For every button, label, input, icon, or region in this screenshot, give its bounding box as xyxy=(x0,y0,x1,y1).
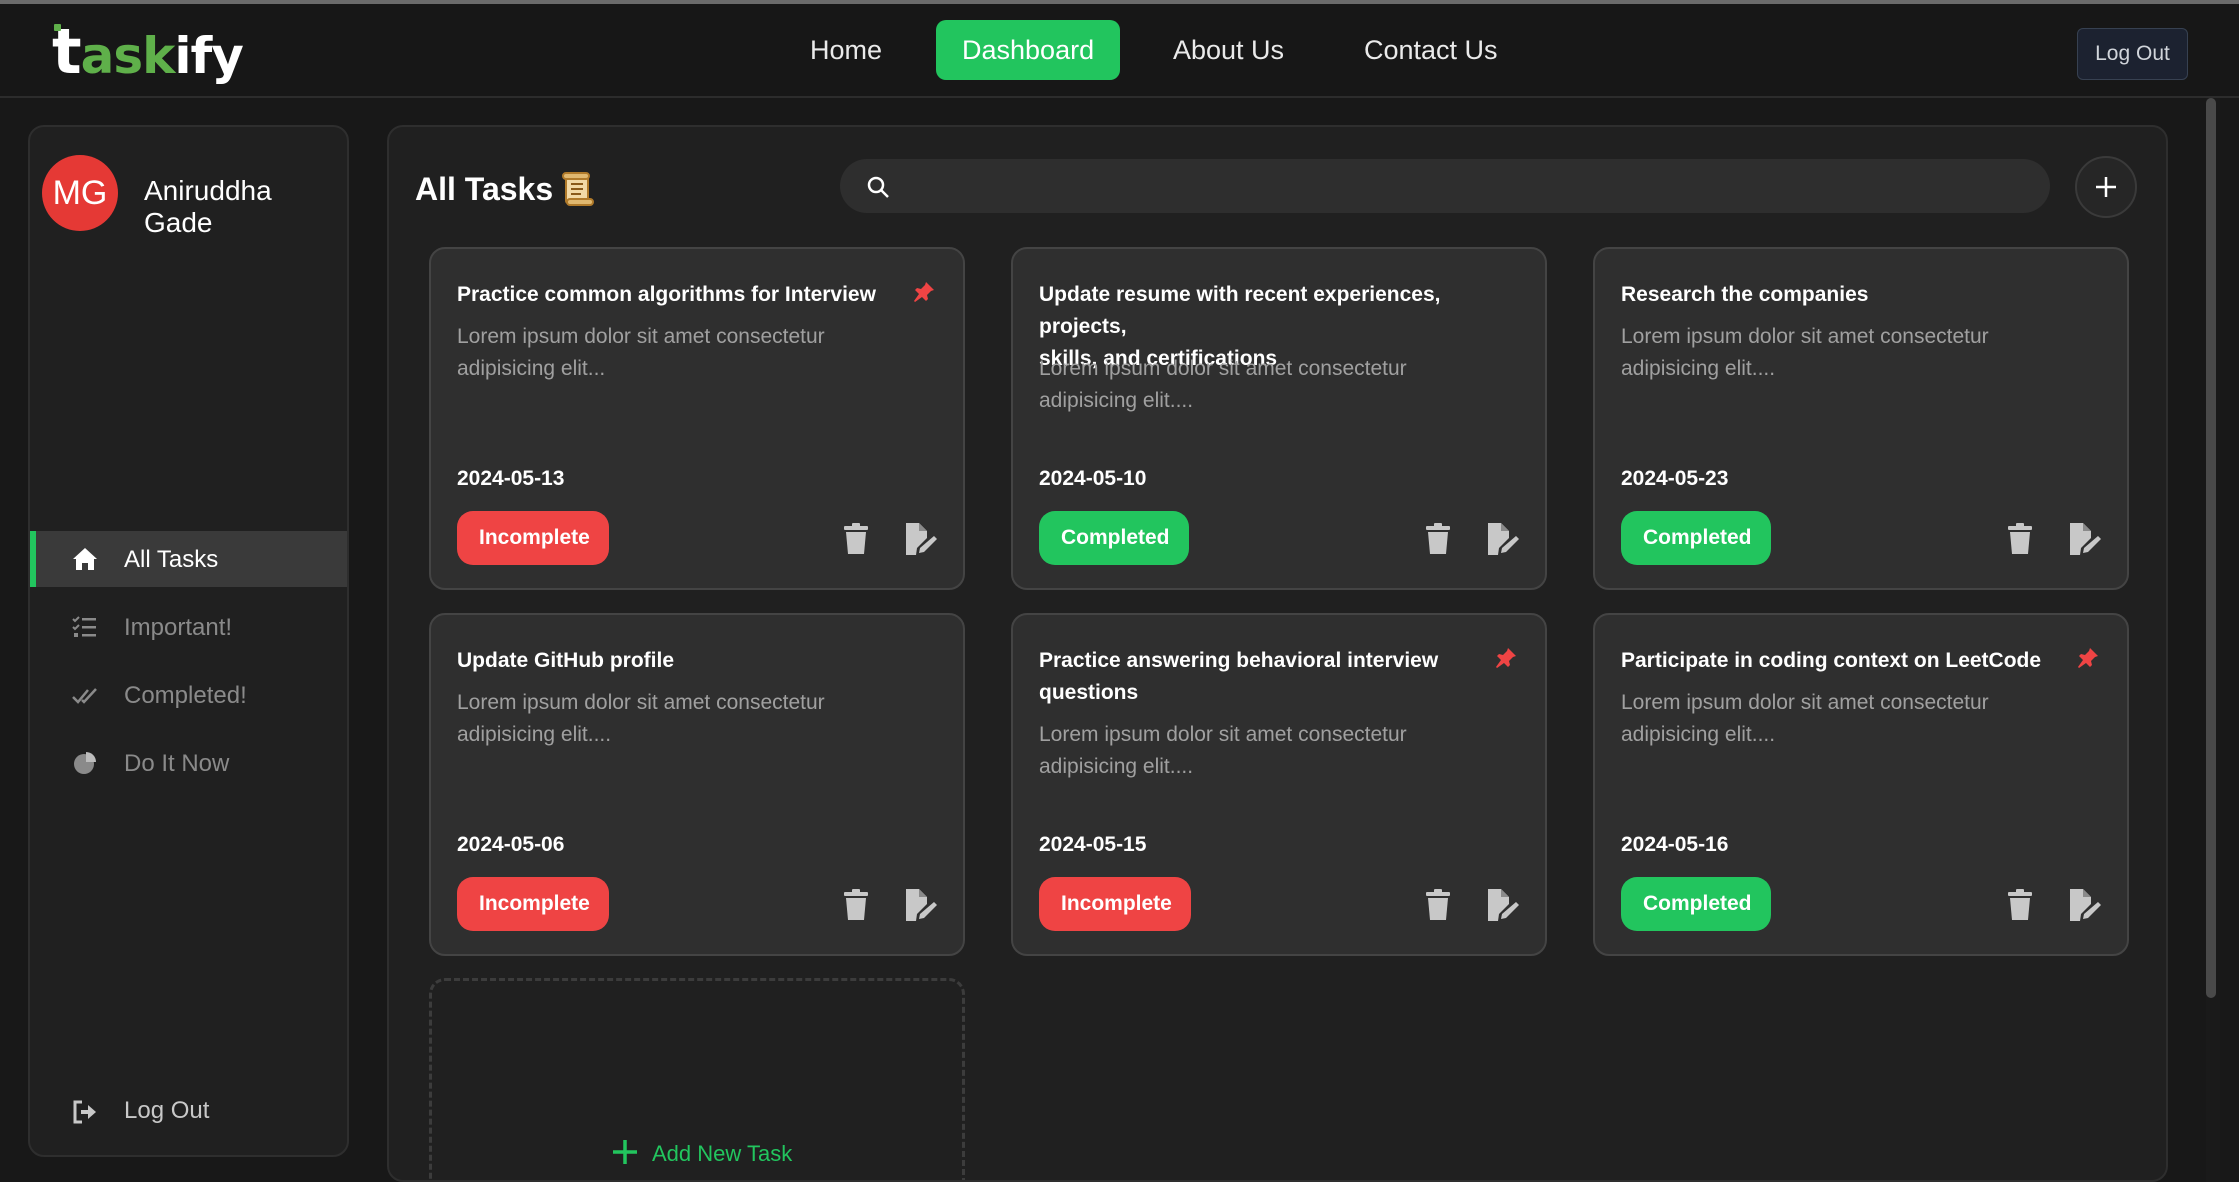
sidebar-item-label: Important! xyxy=(124,614,233,641)
main-nav: Home Dashboard About Us Contact Us xyxy=(0,20,2239,80)
task-card[interactable]: Update resume with recent experiences, p… xyxy=(1011,247,1547,590)
task-description: Lorem ipsum dolor sit amet consectetur a… xyxy=(1621,687,2091,751)
add-task-button[interactable] xyxy=(2075,156,2137,218)
home-icon xyxy=(72,547,98,571)
task-description-line: Lorem ipsum dolor sit amet consectetur xyxy=(457,691,825,714)
task-title: Update GitHub profile xyxy=(457,649,674,672)
task-card[interactable]: Participate in coding context on LeetCod… xyxy=(1593,613,2129,956)
task-title: Practice answering behavioral interview … xyxy=(1039,645,1479,709)
add-new-task-label: Add New Task xyxy=(652,1141,793,1166)
list-check-icon xyxy=(72,615,98,639)
add-new-task-card[interactable]: Add New Task xyxy=(429,978,965,1180)
username: Aniruddha Gade xyxy=(144,175,272,238)
pin-icon[interactable] xyxy=(2077,647,2099,669)
edit-icon[interactable] xyxy=(2068,522,2102,556)
plus-icon xyxy=(612,1139,638,1165)
task-description-line: Lorem ipsum dolor sit amet consectetur xyxy=(1621,691,1989,714)
task-date: 2024-05-10 xyxy=(1039,467,1147,490)
nav-about-us[interactable]: About Us xyxy=(1147,20,1310,80)
task-title: Practice common algorithms for Interview xyxy=(457,283,876,306)
status-button[interactable]: Completed xyxy=(1621,511,1771,565)
task-card[interactable]: Practice answering behavioral interview … xyxy=(1011,613,1547,956)
sidebar-logout-label: Log Out xyxy=(124,1097,210,1124)
edit-icon[interactable] xyxy=(1486,522,1520,556)
sidebar-item-important[interactable]: Important! xyxy=(30,599,347,655)
search-bar[interactable] xyxy=(840,159,2050,213)
task-description: Lorem ipsum dolor sit amet consectetur a… xyxy=(1039,353,1509,417)
sidebar-item-label: Do It Now xyxy=(124,750,230,777)
task-description-line: adipisicing elit.... xyxy=(457,723,612,746)
header-logout-button[interactable]: Log Out xyxy=(2077,28,2188,80)
status-button[interactable]: Incomplete xyxy=(1039,877,1191,931)
sidebar-item-all-tasks[interactable]: All Tasks xyxy=(30,531,347,587)
sidebar-item-label: Completed! xyxy=(124,682,247,709)
edit-icon[interactable] xyxy=(1486,888,1520,922)
task-description-line: adipisicing elit.... xyxy=(1039,389,1194,412)
task-description-line: Lorem ipsum dolor sit amet consectetur xyxy=(1621,325,1989,348)
main-panel: All Tasks Practice common algorithms for… xyxy=(387,125,2168,1182)
plus-icon xyxy=(2096,177,2116,197)
pin-icon[interactable] xyxy=(913,281,935,303)
edit-icon[interactable] xyxy=(904,888,938,922)
trash-icon[interactable] xyxy=(843,523,869,555)
sidebar-menu: All Tasks Important! Completed! Do It No… xyxy=(30,531,347,803)
sidebar-item-label: All Tasks xyxy=(124,546,219,573)
task-date: 2024-05-23 xyxy=(1621,467,1729,490)
trash-icon[interactable] xyxy=(1425,523,1451,555)
sidebar-logout-button[interactable]: Log Out xyxy=(30,1085,347,1141)
trash-icon[interactable] xyxy=(1425,889,1451,921)
scroll-icon xyxy=(561,171,595,207)
page-title: All Tasks xyxy=(415,171,554,207)
search-icon xyxy=(866,175,890,199)
top-header: taskify Home Dashboard About Us Contact … xyxy=(0,4,2239,98)
nav-contact-us[interactable]: Contact Us xyxy=(1338,20,1524,80)
edit-icon[interactable] xyxy=(2068,888,2102,922)
task-description-line: adipisicing elit... xyxy=(457,357,606,380)
nav-dashboard[interactable]: Dashboard xyxy=(936,20,1121,80)
task-title: Participate in coding context on LeetCod… xyxy=(1621,649,2042,672)
sidebar-item-completed[interactable]: Completed! xyxy=(30,667,347,723)
task-card[interactable]: Research the companies Lorem ipsum dolor… xyxy=(1593,247,2129,590)
sidebar-item-do-it-now[interactable]: Do It Now xyxy=(30,735,347,791)
avatar[interactable]: MG xyxy=(42,155,118,231)
task-date: 2024-05-15 xyxy=(1039,833,1147,856)
pie-chart-icon xyxy=(72,751,98,775)
task-description-line: adipisicing elit.... xyxy=(1621,357,1776,380)
task-description-line: Lorem ipsum dolor sit amet consectetur xyxy=(457,325,825,348)
edit-icon[interactable] xyxy=(904,522,938,556)
nav-home[interactable]: Home xyxy=(784,20,908,80)
task-description-line: Lorem ipsum dolor sit amet consectetur xyxy=(1039,723,1407,746)
task-card[interactable]: Update GitHub profile Lorem ipsum dolor … xyxy=(429,613,965,956)
task-description-line: adipisicing elit.... xyxy=(1621,723,1776,746)
search-input[interactable] xyxy=(906,159,2026,213)
task-description-line: adipisicing elit.... xyxy=(1039,755,1194,778)
sidebar: MG Aniruddha Gade All Tasks Important! C… xyxy=(28,125,349,1157)
task-date: 2024-05-13 xyxy=(457,467,565,490)
task-description: Lorem ipsum dolor sit amet consectetur a… xyxy=(1621,321,2091,385)
scrollbar-thumb[interactable] xyxy=(2206,98,2216,998)
task-title-line: Practice answering behavioral interview xyxy=(1039,649,1439,672)
task-title-line: questions xyxy=(1039,681,1139,704)
status-button[interactable]: Incomplete xyxy=(457,877,609,931)
task-description: Lorem ipsum dolor sit amet consectetur a… xyxy=(1039,719,1509,783)
task-card[interactable]: Practice common algorithms for Interview… xyxy=(429,247,965,590)
task-title: Research the companies xyxy=(1621,283,1869,306)
status-button[interactable]: Completed xyxy=(1039,511,1189,565)
double-check-icon xyxy=(72,683,98,707)
trash-icon[interactable] xyxy=(843,889,869,921)
trash-icon[interactable] xyxy=(2007,523,2033,555)
task-title-line: Update resume with recent experiences, p… xyxy=(1039,283,1441,338)
task-description-line: Lorem ipsum dolor sit amet consectetur xyxy=(1039,357,1407,380)
task-description: Lorem ipsum dolor sit amet consectetur a… xyxy=(457,321,927,385)
trash-icon[interactable] xyxy=(2007,889,2033,921)
task-date: 2024-05-06 xyxy=(457,833,565,856)
status-button[interactable]: Incomplete xyxy=(457,511,609,565)
task-description: Lorem ipsum dolor sit amet consectetur a… xyxy=(457,687,927,751)
task-date: 2024-05-16 xyxy=(1621,833,1729,856)
status-button[interactable]: Completed xyxy=(1621,877,1771,931)
pin-icon[interactable] xyxy=(1495,647,1517,669)
sign-out-icon xyxy=(72,1099,98,1125)
